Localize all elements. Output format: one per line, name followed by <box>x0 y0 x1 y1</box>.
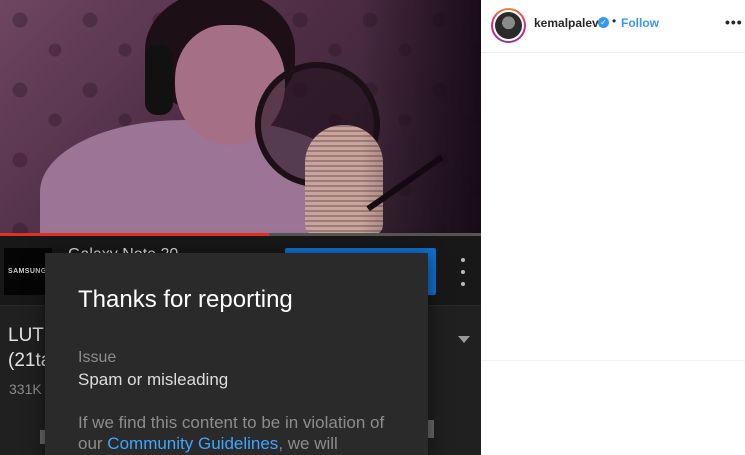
more-options-icon[interactable]: ••• <box>725 14 743 30</box>
headphones <box>145 45 173 115</box>
video-view-count: 331K <box>9 381 42 397</box>
follow-button[interactable]: Follow <box>621 16 659 30</box>
story-ring[interactable] <box>491 8 526 43</box>
issue-value: Spam or misleading <box>78 370 229 389</box>
post-side-panel: kemalpalevi ✓ • Follow ••• <box>481 0 745 455</box>
video-frame[interactable] <box>0 0 481 236</box>
report-confirmation-dialog: Thanks for reporting Issue Spam or misle… <box>45 253 428 455</box>
chevron-down-icon[interactable] <box>458 336 470 343</box>
more-vert-icon[interactable] <box>455 258 471 286</box>
policy-text: If we find this content to be in violati… <box>78 412 408 454</box>
avatar[interactable] <box>495 12 522 39</box>
community-guidelines-link[interactable]: Community Guidelines <box>107 434 278 453</box>
dialog-title: Thanks for reporting <box>78 286 293 313</box>
verified-badge-icon: ✓ <box>598 17 609 28</box>
vignette <box>361 0 481 236</box>
header-separator: • <box>612 14 617 28</box>
policy-text-after: , we will <box>278 434 338 453</box>
post-header: kemalpalevi ✓ • Follow ••• <box>481 0 745 53</box>
divider <box>481 360 745 361</box>
issue-label: Issue <box>78 349 117 366</box>
username-link[interactable]: kemalpalevi <box>534 16 602 30</box>
media-viewer[interactable]: SAMSUNG Galaxy Note 20 LUTI (21ta 331K T… <box>0 0 481 455</box>
